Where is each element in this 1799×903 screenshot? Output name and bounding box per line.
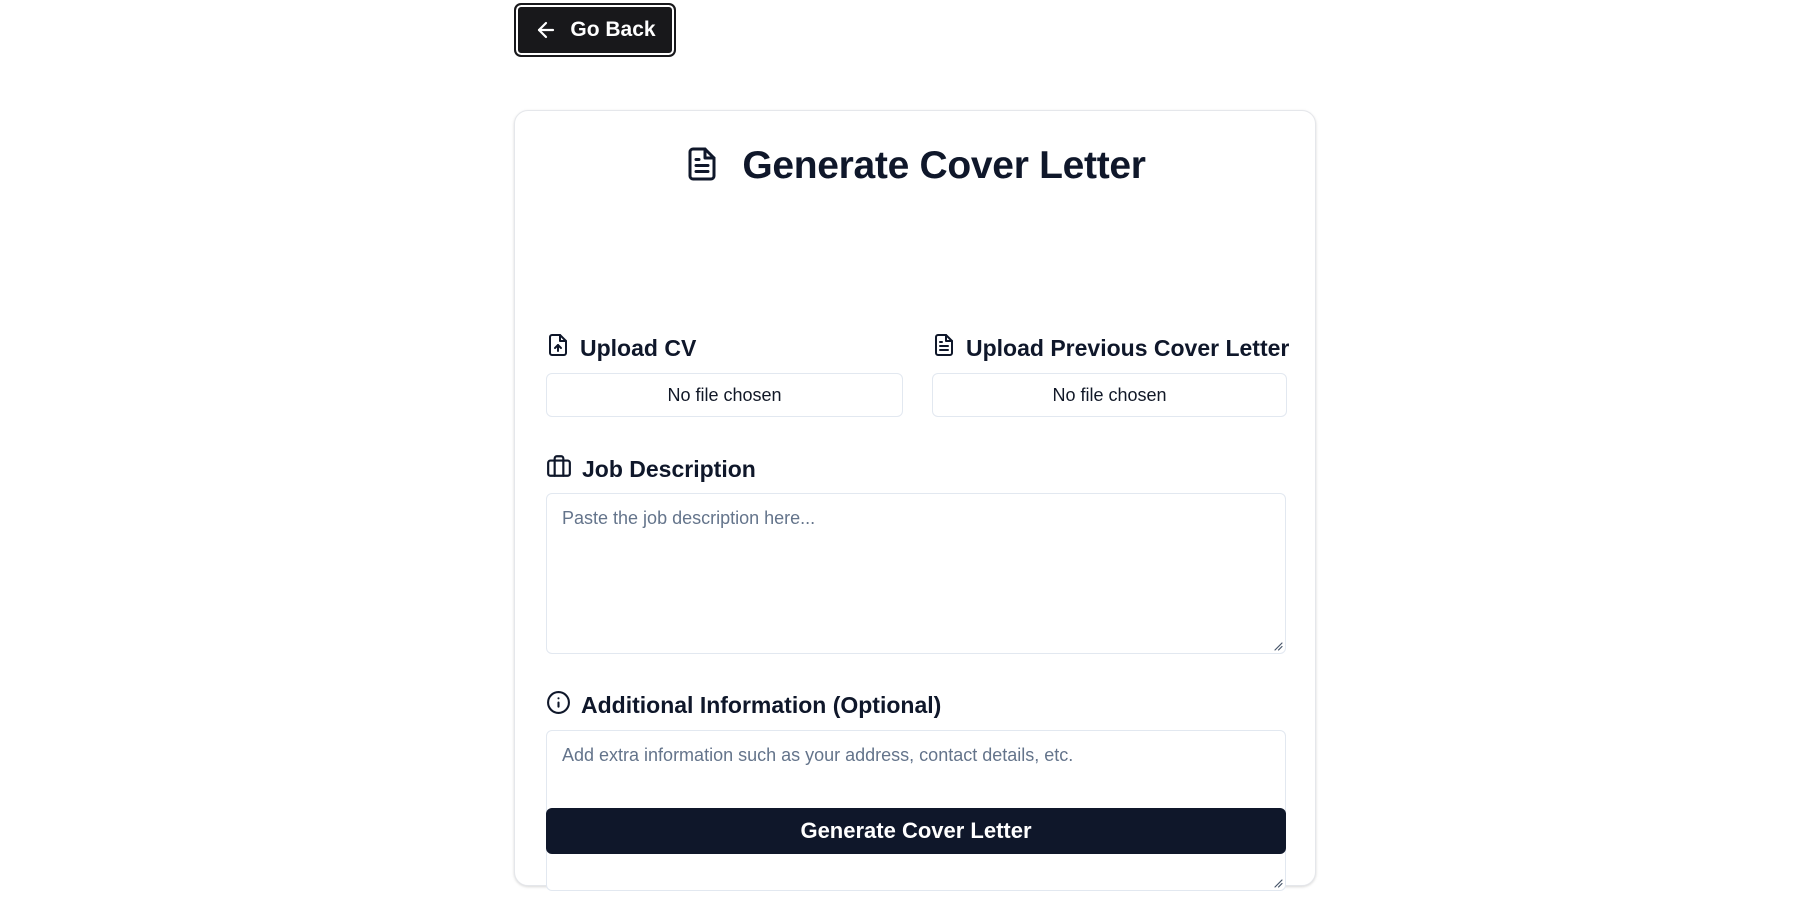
file-text-icon <box>684 144 720 189</box>
briefcase-icon <box>546 453 572 485</box>
file-upload-icon <box>546 332 570 364</box>
go-back-label: Go Back <box>570 18 656 41</box>
upload-previous-cover-letter-file-input[interactable]: No file chosen <box>932 373 1287 417</box>
additional-information-label-text: Additional Information (Optional) <box>581 691 942 718</box>
upload-previous-status: No file chosen <box>1052 384 1167 405</box>
form-title: Generate Cover Letter <box>515 141 1315 191</box>
cover-letter-form-card: Generate Cover Letter Upload CV No file … <box>514 110 1316 891</box>
resize-grip-icon[interactable] <box>1273 641 1283 651</box>
page-title: Generate Cover Letter <box>742 144 1146 187</box>
upload-previous-cover-letter-label: Upload Previous Cover Letter <box>932 333 1289 363</box>
arrow-left-icon <box>534 18 558 42</box>
upload-cv-file-input[interactable]: No file chosen <box>546 373 903 417</box>
job-description-label: Job Description <box>546 454 756 484</box>
file-text-icon <box>932 332 956 364</box>
upload-cv-status: No file chosen <box>667 384 782 405</box>
upload-cv-label: Upload CV <box>546 333 696 363</box>
resize-grip-icon[interactable] <box>1273 878 1283 888</box>
additional-information-placeholder: Add extra information such as your addre… <box>562 745 1074 765</box>
job-description-placeholder: Paste the job description here... <box>562 508 816 528</box>
generate-cover-letter-button[interactable]: Generate Cover Letter <box>546 808 1286 854</box>
generate-cover-letter-label: Generate Cover Letter <box>800 818 1032 843</box>
job-description-textarea[interactable]: Paste the job description here... <box>546 493 1286 654</box>
upload-previous-label-text: Upload Previous Cover Letter <box>966 334 1290 361</box>
additional-information-label: Additional Information (Optional) <box>546 690 941 720</box>
info-icon <box>546 690 571 721</box>
go-back-button[interactable]: Go Back <box>514 3 676 57</box>
upload-cv-label-text: Upload CV <box>580 334 697 361</box>
job-description-label-text: Job Description <box>582 455 756 482</box>
